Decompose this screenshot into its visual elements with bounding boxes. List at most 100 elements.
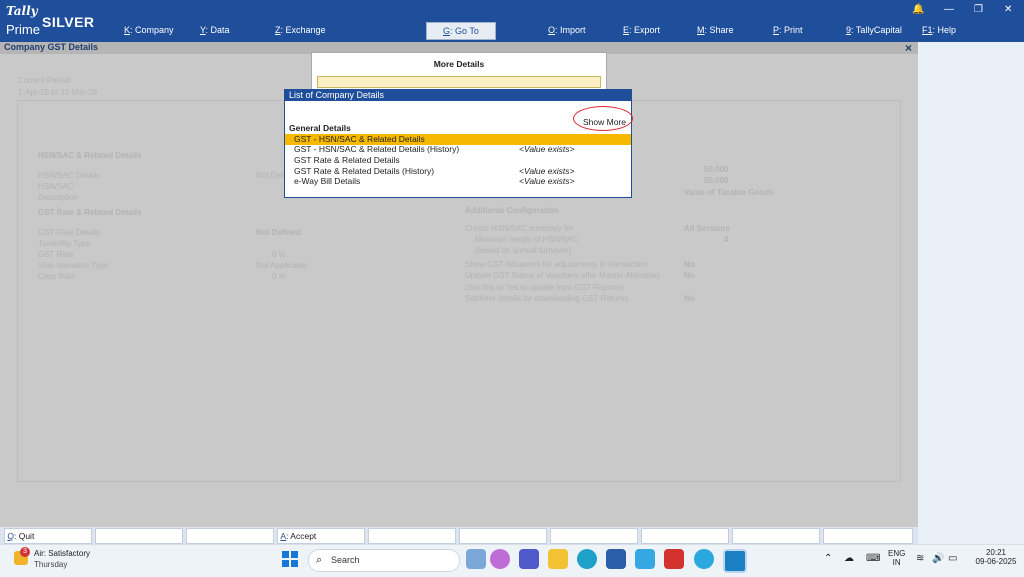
menu-data[interactable]: Y: Data [200,25,230,35]
gst-value: 0 % [272,250,286,259]
accept-button[interactable]: A: Accept [277,528,365,544]
search-placeholder: Search [331,555,360,565]
close-screen-icon[interactable]: × [905,41,912,55]
restore-icon[interactable]: ❐ [974,4,983,15]
period-value: 1-Apr-25 to 31-Mar-26 [18,88,98,97]
menu-exchange[interactable]: Z: Exchange [275,25,326,35]
logo-tally-text: Tally [6,4,38,18]
gst-value: Not Applicable [256,261,308,270]
gst-row: Cess Rate [38,272,76,281]
weather-day: Thursday [34,560,68,569]
empty-button-slot [368,528,456,544]
menu-export[interactable]: E: Export [623,25,660,35]
teams-icon[interactable] [519,549,539,569]
company-details-list: List of Company Details Show More Genera… [284,89,633,198]
empty-button-slot [823,528,913,544]
list-item-value: <Value exists> [519,144,575,154]
store-icon[interactable] [606,549,626,569]
list-item-label: GST - HSN/SAC & Related Details (History… [294,144,460,154]
notification-badge: 3 [20,547,30,557]
menu-share[interactable]: M: Share [697,25,734,35]
antivirus-icon[interactable] [664,549,684,569]
gst-row: GST Rate [38,250,74,259]
keyboard-icon[interactable]: ⌨ [866,553,880,564]
gst-value: 0 % [272,272,286,281]
list-item-value: <Value exists> [519,166,575,176]
weather-status: Air: Satisfactory [34,549,91,558]
empty-button-slot [641,528,729,544]
hsn-row: Description [38,193,79,202]
empty-button-slot [732,528,820,544]
list-header: List of Company Details [285,90,631,101]
empty-button-slot [95,528,183,544]
quit-button[interactable]: Q: Quit [4,528,92,544]
gst-value: Not Defined [256,228,301,237]
search-icon: ⌕ [316,554,323,566]
tally-prime-taskbar-icon[interactable] [723,549,747,573]
edition-label: SILVER [42,14,95,30]
edge-browser-icon[interactable] [577,549,597,569]
app-icon[interactable] [635,549,655,569]
list-item-label: GST Rate & Related Details (History) [294,166,435,176]
addl-row: (based on annual turnover) [475,246,572,255]
hsn-row: HSN/SAC [38,182,74,191]
wifi-icon[interactable]: ≋ [916,553,924,564]
minimize-icon[interactable]: — [944,4,954,15]
list-item-label: GST Rate & Related Details [294,155,400,165]
addl-row: Update GST Status of Vouchers after Mast… [465,271,660,280]
addl-row: Set/Alter details for downloading GST Re… [465,294,629,303]
empty-button-slot [459,528,547,544]
list-item[interactable]: GST - HSN/SAC & Related Details (History… [285,144,631,155]
chrome-icon[interactable] [694,549,714,569]
region-code: IN [892,558,901,567]
close-window-icon[interactable]: ✕ [1004,4,1012,15]
speaker-icon[interactable]: 🔊 [932,553,944,564]
screen-title: Company GST Details [4,42,99,52]
system-clock[interactable]: 20:21 09-06-2025 [972,548,1020,566]
hsn-section-title: HSN/SAC & Related Details [38,151,142,160]
file-explorer-icon[interactable] [548,549,568,569]
menu-import[interactable]: O: Import [548,25,586,35]
more-details-popup: More Details [311,52,607,94]
addl-value: All Sections [684,224,730,233]
addl-row: (Set this to Yes to update from GST Repo… [465,283,624,292]
gst-row: Taxability Type [38,239,91,248]
language-indicator[interactable]: ENG IN [888,549,905,567]
addl-row: Show GST Advances for adjustments in tra… [465,260,648,269]
windows-start-icon[interactable] [282,551,298,567]
battery-icon[interactable]: ▭ [948,553,957,564]
more-details-title: More Details [433,59,485,69]
clock-time: 20:21 [985,548,1007,557]
right-value: 50,000 [704,165,729,174]
copilot-icon[interactable] [490,549,510,569]
list-item[interactable]: GST Rate & Related Details [285,155,631,166]
list-item-label: GST - HSN/SAC & Related Details [294,134,425,144]
menu-company[interactable]: K: Company [124,25,174,35]
menu-go-to[interactable]: G: Go To [426,22,496,40]
period-label: Current Period [18,76,71,85]
addl-value: No [684,294,695,303]
taskbar-search[interactable]: ⌕ Search [308,549,460,572]
menu-tallycapital[interactable]: 9: TallyCapital [846,25,902,35]
annotation-circle [573,106,633,131]
general-details-heading: General Details [289,123,351,133]
chevron-up-icon[interactable]: ⌃ [824,553,832,564]
menu-help[interactable]: F1: Help [922,25,956,35]
top-menu-bar: Tally Prime SILVER K: Company Y: Data Z:… [0,0,1024,42]
language-code: ENG [888,549,906,558]
tally-prime-logo: Tally Prime SILVER [6,4,116,40]
gst-section-title: GST Rate & Related Details [38,208,142,217]
notification-bell-icon[interactable]: 🔔 [912,4,924,15]
list-title: List of Company Details [289,90,385,100]
addl-value: 4 [724,235,729,244]
onedrive-icon[interactable]: ☁ [844,553,854,564]
addl-row: Minimum length of HSN/SAC [475,235,579,244]
more-details-input[interactable] [317,76,601,88]
task-view-icon[interactable] [466,549,486,569]
list-item[interactable]: e-Way Bill Details <Value exists> [285,176,631,187]
menu-print[interactable]: P: Print [773,25,803,35]
list-item-value: <Value exists> [519,176,575,186]
right-value: 50,000 [704,176,729,185]
clock-date: 09-06-2025 [975,557,1017,566]
right-button-panel [918,42,1024,544]
